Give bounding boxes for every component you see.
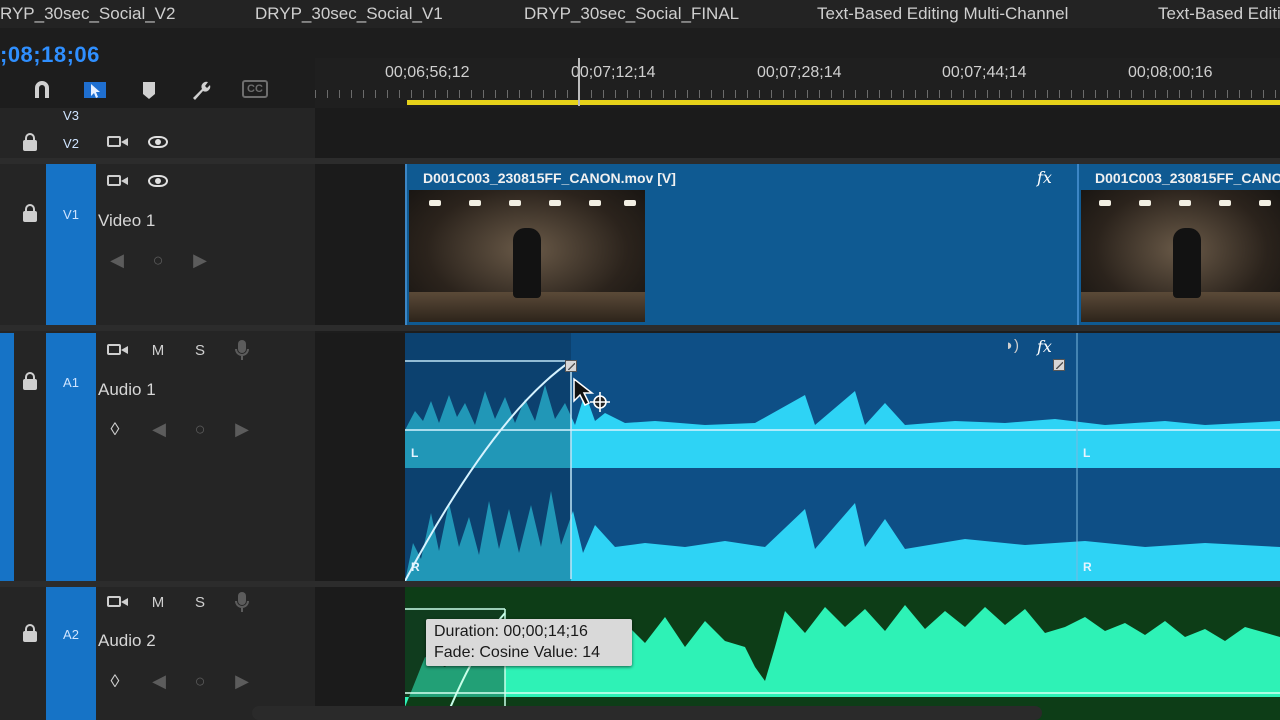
- video-clip-canon-2[interactable]: D001C003_230815FF_CANON: [1077, 164, 1280, 325]
- source-patch-v1[interactable]: [46, 164, 96, 325]
- lock-icon[interactable]: [20, 203, 40, 223]
- clip-thumbnail: [1081, 190, 1280, 322]
- solo-track-button[interactable]: S: [189, 342, 211, 359]
- mouse-cursor-move-icon: [573, 377, 610, 412]
- ruler-timecode: 00;07;44;14: [942, 64, 1027, 81]
- captions-icon[interactable]: CC: [242, 80, 268, 98]
- previous-keyframe-icon[interactable]: ◀: [106, 250, 128, 271]
- audio-waveform: [405, 333, 1280, 581]
- track-name-video-1: Video 1: [98, 211, 156, 230]
- tab-sequence-v2[interactable]: RYP_30sec_Social_V2: [0, 4, 175, 24]
- track-area-v1[interactable]: D001C003_230815FF_CANON.mov [V] fx D001C…: [315, 164, 1280, 325]
- voice-over-record-icon[interactable]: [231, 591, 253, 618]
- sync-lock-icon[interactable]: [107, 172, 129, 188]
- track-label-v1[interactable]: V1: [46, 207, 96, 222]
- timeline-settings-wrench-icon[interactable]: [189, 78, 213, 102]
- track-area-a1[interactable]: fx ◗) L R L R: [315, 333, 1280, 581]
- sequence-tabs: RYP_30sec_Social_V2 DRYP_30sec_Social_V1…: [0, 0, 1280, 28]
- time-ruler[interactable]: 00;06;56;12 00;07;12;14 00;07;28;14 00;0…: [315, 58, 1280, 108]
- add-keyframe-icon[interactable]: ○: [147, 250, 169, 271]
- lock-icon[interactable]: [20, 132, 40, 152]
- fx-badge-icon[interactable]: fx: [1037, 337, 1052, 356]
- ruler-timecode: 00;06;56;12: [385, 64, 470, 81]
- ruler-ticks: [315, 90, 1280, 98]
- source-patch-a1[interactable]: [0, 333, 14, 581]
- previous-keyframe-icon[interactable]: ◀: [148, 671, 170, 692]
- toggle-track-output-eye-icon[interactable]: [148, 136, 168, 148]
- video-clip-canon[interactable]: D001C003_230815FF_CANON.mov [V] fx: [405, 164, 1077, 325]
- ruler-timecode: 00;08;00;16: [1128, 64, 1213, 81]
- voice-over-record-icon[interactable]: [231, 339, 253, 366]
- tab-text-based-editing-multichannel[interactable]: Text-Based Editing Multi-Channel: [817, 4, 1068, 24]
- ruler-timecode: 00;07;12;14: [571, 64, 656, 81]
- track-target-a1[interactable]: [46, 333, 96, 581]
- track-label-a1[interactable]: A1: [46, 375, 96, 390]
- add-marker-icon[interactable]: [137, 78, 161, 102]
- track-name-audio-2: Audio 2: [98, 631, 156, 650]
- mute-track-button[interactable]: M: [147, 342, 169, 359]
- clip-name: D001C003_230815FF_CANON.mov [V]: [423, 170, 676, 186]
- track-label-v2[interactable]: V2: [46, 136, 96, 151]
- work-area-bar[interactable]: [407, 100, 1280, 105]
- next-keyframe-icon[interactable]: ▶: [231, 671, 253, 692]
- fade-handle-out[interactable]: [1053, 359, 1065, 371]
- linked-selection-icon[interactable]: [83, 78, 107, 102]
- channel-label-right: R: [1083, 560, 1092, 574]
- solo-track-button[interactable]: S: [189, 594, 211, 611]
- mute-track-button[interactable]: M: [147, 594, 169, 611]
- timeline-horizontal-scrollbar[interactable]: [252, 706, 1042, 720]
- tab-text-based-editing[interactable]: Text-Based Editi: [1158, 4, 1280, 24]
- channel-label-right: R: [411, 560, 420, 574]
- audio-clip-mix-icon[interactable]: ◗): [1001, 337, 1023, 354]
- fade-duration-tooltip: Duration: 00;00;14;16 Fade: Cosine Value…: [426, 619, 632, 666]
- add-keyframe-icon[interactable]: ○: [189, 671, 211, 692]
- fx-badge-icon[interactable]: fx: [1037, 168, 1052, 187]
- sync-lock-icon[interactable]: [107, 133, 129, 149]
- tooltip-duration: Duration: 00;00;14;16: [434, 623, 588, 640]
- lock-icon[interactable]: [20, 623, 40, 643]
- sync-lock-icon[interactable]: [107, 593, 129, 609]
- ruler-timecode: 00;07;28;14: [757, 64, 842, 81]
- show-keyframes-icon[interactable]: ◊: [104, 419, 126, 440]
- fade-handle-in[interactable]: [565, 360, 577, 372]
- tooltip-fade-value: Fade: Cosine Value: 14: [434, 644, 601, 661]
- playhead-timecode[interactable]: ;08;18;06: [0, 42, 100, 68]
- track-label-a2[interactable]: A2: [46, 627, 96, 642]
- snap-magnet-icon[interactable]: [30, 78, 54, 102]
- track-divider: [0, 325, 1280, 331]
- clip-thumbnail: [409, 190, 645, 322]
- track-label-v3[interactable]: V3: [46, 108, 96, 123]
- tab-sequence-v1[interactable]: DRYP_30sec_Social_V1: [255, 4, 443, 24]
- next-keyframe-icon[interactable]: ▶: [189, 250, 211, 271]
- sync-lock-icon[interactable]: [107, 341, 129, 357]
- playhead[interactable]: [578, 58, 580, 106]
- clip-name: D001C003_230815FF_CANON: [1095, 170, 1280, 186]
- next-keyframe-icon[interactable]: ▶: [231, 419, 253, 440]
- track-name-audio-1: Audio 1: [98, 380, 156, 399]
- tab-sequence-final[interactable]: DRYP_30sec_Social_FINAL: [524, 4, 739, 24]
- show-keyframes-icon[interactable]: ◊: [104, 671, 126, 692]
- channel-label-left: L: [1083, 446, 1091, 460]
- add-keyframe-icon[interactable]: ○: [189, 419, 211, 440]
- track-area-v3-v2[interactable]: [315, 108, 1280, 160]
- lock-icon[interactable]: [20, 371, 40, 391]
- toggle-track-output-eye-icon[interactable]: [148, 175, 168, 187]
- channel-label-left: L: [411, 446, 419, 460]
- previous-keyframe-icon[interactable]: ◀: [148, 419, 170, 440]
- audio-clip-canon[interactable]: fx ◗) L R L R: [405, 333, 1280, 581]
- track-target-a2[interactable]: [46, 587, 96, 720]
